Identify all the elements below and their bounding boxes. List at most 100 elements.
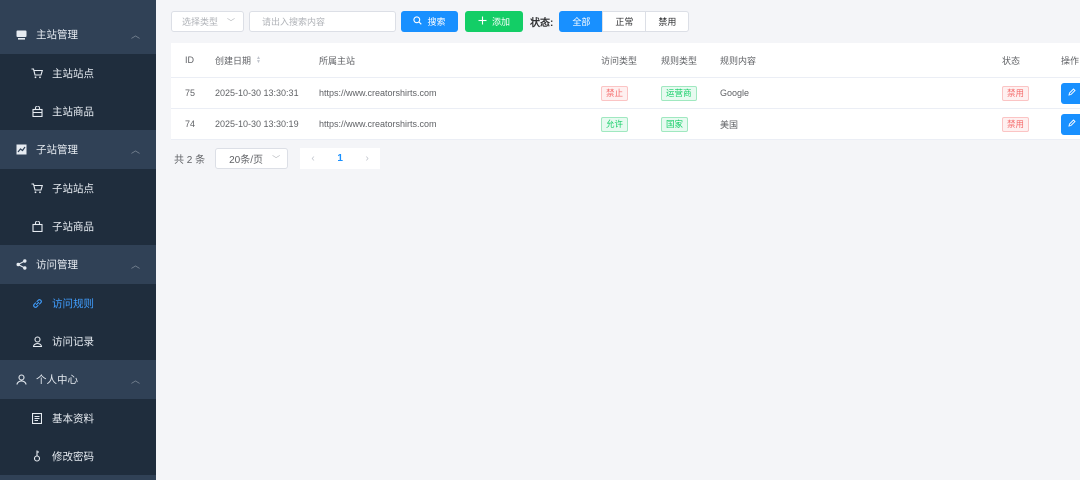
monitor-icon [14,28,28,42]
chevron-up-icon: ︿ [130,375,140,385]
key-icon [30,449,44,463]
add-button[interactable]: 添加 [465,11,523,32]
cell-site: https://www.creatorshirts.com [319,119,437,129]
search-button-label: 搜索 [427,17,446,27]
menu-group-label: 子站管理 [36,144,78,156]
user-record-icon [30,334,44,348]
cart-icon [30,66,44,80]
pagination-total: 共 2 条 [174,155,206,166]
page-number[interactable]: 1 [337,153,343,164]
sort-icon[interactable]: ▲ ▼ [256,56,261,65]
table-header-row: ID 创建日期 ▲ ▼ 所属主站 访问类型 规则类型 规则内容 状态 操作 [171,43,1080,78]
chart-icon [14,143,28,157]
cell-date: 2025-10-30 13:30:31 [215,88,299,98]
cell-id: 74 [185,119,196,129]
page-size-select[interactable]: 20条/页 ﹀ [215,148,289,169]
menu-item-sub-site-sites[interactable]: 子站站点 [0,169,156,207]
menu-group-label: 访问管理 [36,259,78,271]
page-size-value: 20条/页 [229,155,264,166]
cart-icon [30,181,44,195]
cell-access-type: 禁止 [601,78,629,108]
header-id: ID [185,55,194,65]
cell-status: 禁用 [1002,78,1030,108]
type-select[interactable]: 选择类型 ﹀ [171,11,244,32]
menu-group-personal[interactable]: 个人中心 ︿ [0,360,156,399]
menu-item-label: 主站站点 [52,67,94,80]
toolbar: 选择类型 ﹀ 搜索 添加 状态: 全部 正常 禁用 [171,11,690,32]
menu-group-access[interactable]: 访问管理 ︿ [0,245,156,284]
menu-group-sub-site[interactable]: 子站管理 ︿ [0,130,156,169]
page-navigator: ‹ 1 › [300,148,381,169]
table-row: 74 2025-10-30 13:30:19 https://www.creat… [171,109,1080,140]
menu-item-label: 主站商品 [52,105,94,118]
edit-button[interactable] [1061,82,1080,104]
menu-item-label: 访问规则 [52,297,94,310]
status-filter-all[interactable]: 全部 [559,11,604,32]
chevron-down-icon: ﹀ [272,155,281,164]
menu-item-sub-site-products[interactable]: 子站商品 [0,207,156,245]
cell-id: 75 [185,88,196,98]
status-badge: 禁用 [1002,85,1030,101]
access-type-badge: 禁止 [601,85,629,101]
menu-item-label: 修改密码 [52,450,94,463]
menu-item-label: 基本资料 [52,412,94,425]
header-rule-content: 规则内容 [720,55,757,66]
bag-icon [30,219,44,233]
menu-item-profile[interactable]: 基本资料 [0,399,156,437]
cell-rule-content: Google [720,88,750,98]
menu-item-access-records[interactable]: 访问记录 [0,322,156,360]
chevron-up-icon: ︿ [130,145,140,155]
header-status: 状态 [1002,55,1021,66]
search-button[interactable]: 搜索 [401,11,458,32]
header-rule-type: 规则类型 [661,55,698,66]
cell-access-type: 允许 [601,109,629,139]
menu-group-main-site[interactable]: 主站管理 ︿ [0,15,156,54]
status-badge: 禁用 [1002,116,1030,132]
cell-rule-type: 运营商 [661,78,697,108]
menu-item-label: 访问记录 [52,335,94,348]
chevron-up-icon: ︿ [130,30,140,40]
cell-site: https://www.creatorshirts.com [319,88,437,98]
status-filter-disabled[interactable]: 禁用 [645,11,690,32]
rule-type-badge: 运营商 [661,85,697,101]
cell-status: 禁用 [1002,109,1030,139]
bag-icon [30,104,44,118]
status-filter-label: 状态: [530,18,554,29]
cell-date: 2025-10-30 13:30:19 [215,119,299,129]
pagination: 共 2 条 20条/页 ﹀ ‹ 1 › [174,148,381,169]
access-type-badge: 允许 [601,116,629,132]
prev-page-icon[interactable]: ‹ [311,153,314,164]
cell-operations [1061,109,1080,139]
menu-item-main-site-sites[interactable]: 主站站点 [0,54,156,92]
header-access-type: 访问类型 [601,55,638,66]
type-select-placeholder: 选择类型 [182,17,219,27]
table-row: 75 2025-10-30 13:30:31 https://www.creat… [171,78,1080,109]
document-icon [30,411,44,425]
user-icon [14,373,28,387]
share-icon [14,258,28,272]
status-filter-group: 全部 正常 禁用 [559,11,690,32]
main-content: 选择类型 ﹀ 搜索 添加 状态: 全部 正常 禁用 ID 创建日期 [156,0,1080,480]
chevron-down-icon: ﹀ [227,18,235,27]
next-page-icon[interactable]: › [365,153,368,164]
header-date-label: 创建日期 [215,55,252,66]
plus-icon [478,16,487,28]
rule-type-badge: 国家 [661,116,689,132]
sidebar: 主站管理 ︿ 主站站点 主站商品 子站管理 ︿ 子站站点 子站商品 访问管理 ︿… [0,0,156,480]
cell-operations [1061,78,1080,108]
menu-item-label: 子站商品 [52,220,94,233]
search-input[interactable] [249,11,396,32]
status-filter-normal[interactable]: 正常 [602,11,647,32]
menu-item-change-password[interactable]: 修改密码 [0,437,156,475]
header-site: 所属主站 [319,55,356,66]
header-operations: 操作 [1061,55,1080,66]
header-date[interactable]: 创建日期 ▲ ▼ [215,43,261,77]
edit-button[interactable] [1061,113,1080,135]
cell-rule-type: 国家 [661,109,689,139]
menu-item-access-rules[interactable]: 访问规则 [0,284,156,322]
menu-item-main-site-products[interactable]: 主站商品 [0,92,156,130]
rules-table: ID 创建日期 ▲ ▼ 所属主站 访问类型 规则类型 规则内容 状态 操作 75 … [171,43,1080,140]
edit-icon [1068,88,1076,98]
chevron-up-icon: ︿ [130,260,140,270]
cell-rule-content: 美国 [720,119,739,130]
